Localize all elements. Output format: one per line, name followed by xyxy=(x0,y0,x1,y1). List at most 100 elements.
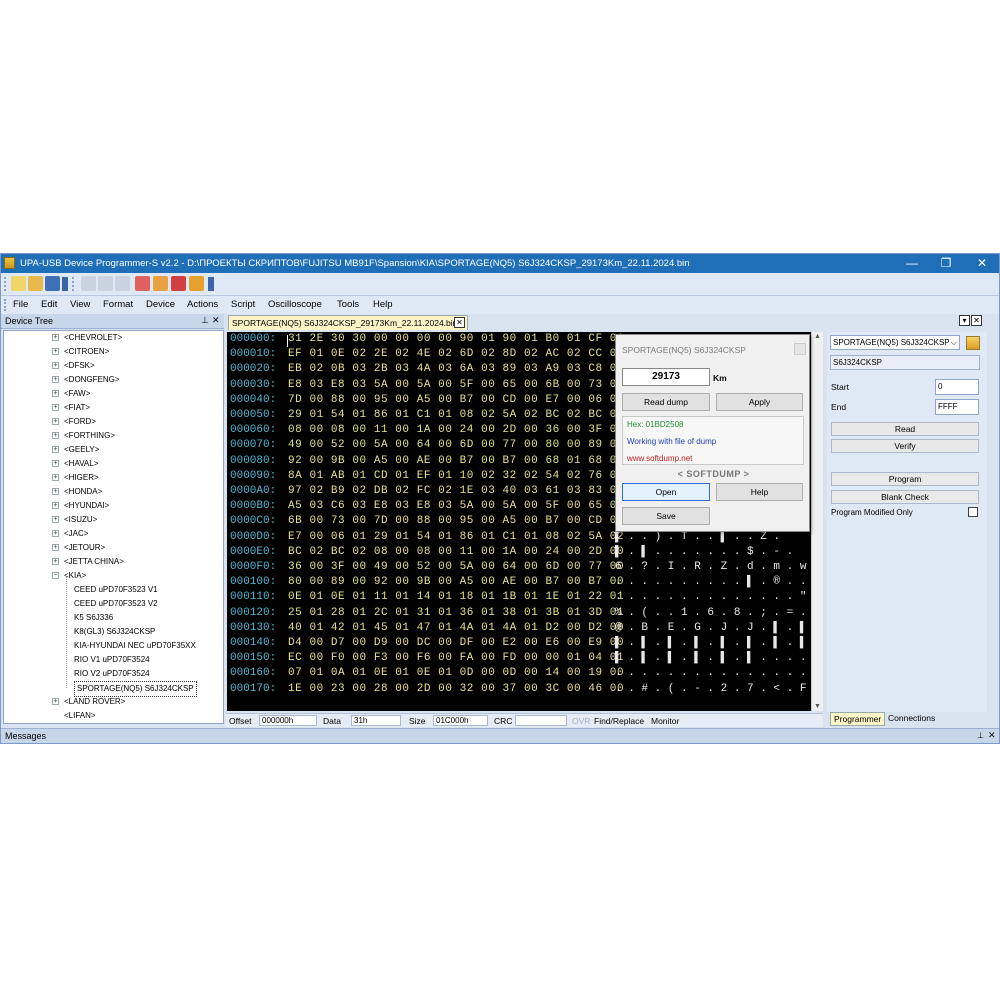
hex-bytes[interactable]: 49 00 52 00 5A 00 64 00 6D 00 77 00 80 0… xyxy=(288,439,624,451)
tab-connections[interactable]: Connections xyxy=(885,712,938,726)
expand-icon[interactable]: + xyxy=(52,488,59,495)
expand-icon[interactable]: + xyxy=(52,516,59,523)
monitor-button[interactable]: Monitor xyxy=(651,716,679,726)
hex-bytes[interactable]: 40 01 42 01 45 01 47 01 4A 01 4A 01 D2 0… xyxy=(288,622,624,634)
find-replace-button[interactable]: Find/Replace xyxy=(594,716,644,726)
hex-bytes[interactable]: EC 00 F0 00 F3 00 F6 00 FA 00 FD 00 00 0… xyxy=(288,652,624,664)
read-dump-button[interactable]: Read dump xyxy=(622,393,710,411)
hex-bytes[interactable]: 8A 01 AB 01 CD 01 EF 01 10 02 32 02 54 0… xyxy=(288,470,624,482)
dialog-close-icon[interactable] xyxy=(794,343,806,355)
expand-icon[interactable]: + xyxy=(52,446,59,453)
modified-only-checkbox[interactable] xyxy=(968,507,978,517)
hex-bytes[interactable]: 7D 00 88 00 95 00 A5 00 B7 00 CD 00 E7 0… xyxy=(288,394,624,406)
km-input[interactable]: 29173 xyxy=(622,368,710,386)
menu-help[interactable]: Help xyxy=(373,299,393,310)
hex-bytes[interactable]: 31 2E 30 30 00 00 00 00 90 01 90 01 B0 0… xyxy=(288,333,624,345)
hex-bytes[interactable]: 08 00 08 00 11 00 1A 00 24 00 2D 00 36 0… xyxy=(288,424,624,436)
save-button[interactable]: Save xyxy=(622,507,710,525)
expand-icon[interactable]: + xyxy=(52,474,59,481)
website-link[interactable]: www.softdump.net xyxy=(627,454,692,463)
hex-row[interactable]: 0000D0: E7 00 06 01 29 01 54 01 86 01 C1 … xyxy=(227,531,823,545)
hex-bytes[interactable]: EF 01 0E 02 2E 02 4E 02 6D 02 8D 02 AC 0… xyxy=(288,348,624,360)
hex-bytes[interactable]: A5 03 C6 03 E8 03 E8 03 5A 00 5A 00 5F 0… xyxy=(288,500,624,512)
start-input[interactable]: 0 xyxy=(935,379,979,395)
device-select[interactable]: SPORTAGE(NQ5) S6J324CKSP ⌵ xyxy=(830,335,960,350)
open-button[interactable]: Open xyxy=(622,483,710,501)
menu-script[interactable]: Script xyxy=(231,299,255,310)
edit-icon[interactable] xyxy=(135,276,150,291)
tab-close-icon[interactable]: ✕ xyxy=(454,317,465,328)
pin-icon[interactable]: ⊥ xyxy=(977,731,984,740)
hex-row[interactable]: 000110: 0E 01 0E 01 11 01 14 01 18 01 1B … xyxy=(227,591,823,605)
tab-programmer[interactable]: Programmer xyxy=(830,712,886,726)
end-input[interactable]: FFFF xyxy=(935,399,979,415)
expand-icon[interactable]: + xyxy=(52,544,59,551)
expand-icon[interactable]: + xyxy=(52,530,59,537)
hex-scrollbar[interactable]: ▲ ▼ xyxy=(811,332,823,711)
menu-oscilloscope[interactable]: Oscilloscope xyxy=(268,299,322,310)
hex-bytes[interactable]: 0E 01 0E 01 11 01 14 01 18 01 1B 01 1E 0… xyxy=(288,591,624,603)
expand-icon[interactable]: + xyxy=(52,362,59,369)
menu-file[interactable]: File xyxy=(13,299,28,310)
menu-tools[interactable]: Tools xyxy=(337,299,359,310)
hex-bytes[interactable]: BC 02 BC 02 08 00 08 00 11 00 1A 00 24 0… xyxy=(288,546,624,558)
save-disk-icon[interactable] xyxy=(45,276,60,291)
hex-bytes[interactable]: 29 01 54 01 86 01 C1 01 08 02 5A 02 BC 0… xyxy=(288,409,624,421)
toolbar-dropdown-icon[interactable] xyxy=(208,277,214,291)
expand-icon[interactable]: + xyxy=(52,502,59,509)
expand-icon[interactable]: + xyxy=(52,418,59,425)
paste-icon[interactable] xyxy=(115,276,130,291)
hex-row[interactable]: 0000F0: 36 00 3F 00 49 00 52 00 5A 00 64 … xyxy=(227,561,823,575)
hex-bytes[interactable]: 36 00 3F 00 49 00 52 00 5A 00 64 00 6D 0… xyxy=(288,561,624,573)
hex-bytes[interactable]: 1E 00 23 00 28 00 2D 00 32 00 37 00 3C 0… xyxy=(288,683,624,695)
hex-bytes[interactable]: EB 02 0B 03 2B 03 4A 03 6A 03 89 03 A9 0… xyxy=(288,363,624,375)
expand-icon[interactable]: + xyxy=(52,376,59,383)
settings-gear-icon[interactable] xyxy=(171,276,186,291)
menu-actions[interactable]: Actions xyxy=(187,299,218,310)
expand-icon[interactable]: + xyxy=(52,334,59,341)
close-button[interactable]: ✕ xyxy=(965,254,999,273)
minimize-button[interactable]: — xyxy=(895,254,929,273)
hex-bytes[interactable]: 07 01 0A 01 0E 01 0E 01 0D 00 0D 00 14 0… xyxy=(288,667,624,679)
hex-bytes[interactable]: 80 00 89 00 92 00 9B 00 A5 00 AE 00 B7 0… xyxy=(288,576,624,588)
hex-row[interactable]: 000150: EC 00 F0 00 F3 00 F6 00 FA 00 FD … xyxy=(227,652,823,666)
help-button[interactable]: Help xyxy=(716,483,803,501)
hex-row[interactable]: 000100: 80 00 89 00 92 00 9B 00 A5 00 AE … xyxy=(227,576,823,590)
expand-icon[interactable]: + xyxy=(52,348,59,355)
verify-button[interactable]: Verify xyxy=(831,439,979,453)
hex-row[interactable]: 000140: D4 00 D7 00 D9 00 DC 00 DF 00 E2 … xyxy=(227,637,823,651)
expand-icon[interactable]: + xyxy=(52,404,59,411)
hex-row[interactable]: 000170: 1E 00 23 00 28 00 2D 00 32 00 37 … xyxy=(227,683,823,697)
maximize-button[interactable]: ❐ xyxy=(929,254,963,273)
hex-bytes[interactable]: E7 00 06 01 29 01 54 01 86 01 C1 01 08 0… xyxy=(288,531,624,543)
chip-icon[interactable] xyxy=(153,276,168,291)
hex-bytes[interactable]: 6B 00 73 00 7D 00 88 00 95 00 A5 00 B7 0… xyxy=(288,515,624,527)
pin-icon[interactable]: ⊥ xyxy=(201,315,209,326)
hex-row[interactable]: 000120: 25 01 28 01 2C 01 31 01 36 01 38 … xyxy=(227,607,823,621)
close-icon[interactable]: ✕ xyxy=(988,730,996,741)
window-list-icon[interactable]: ▾ xyxy=(959,315,970,326)
toolbar-dropdown-icon[interactable] xyxy=(62,277,68,291)
hex-bytes[interactable]: E8 03 E8 03 5A 00 5A 00 5F 00 65 00 6B 0… xyxy=(288,379,624,391)
scroll-down-icon[interactable]: ▼ xyxy=(814,703,821,710)
expand-icon[interactable]: + xyxy=(52,698,59,705)
hex-row[interactable]: 000160: 07 01 0A 01 0E 01 0E 01 0D 00 0D … xyxy=(227,667,823,681)
open-device-icon[interactable] xyxy=(966,336,980,350)
open-folder-icon[interactable] xyxy=(28,276,43,291)
expand-icon[interactable]: + xyxy=(52,432,59,439)
menu-view[interactable]: View xyxy=(70,299,90,310)
scroll-up-icon[interactable]: ▲ xyxy=(814,333,821,340)
menu-device[interactable]: Device xyxy=(146,299,175,310)
hex-bytes[interactable]: 25 01 28 01 2C 01 31 01 36 01 38 01 3B 0… xyxy=(288,607,624,619)
collapse-icon[interactable]: − xyxy=(52,572,59,579)
expand-icon[interactable]: + xyxy=(52,460,59,467)
document-close-icon[interactable]: ✕ xyxy=(971,315,982,326)
tab-sportage-bin[interactable]: SPORTAGE(NQ5) S6J324CKSP_29173Km_22.11.2… xyxy=(228,315,468,330)
read-button[interactable]: Read xyxy=(831,422,979,436)
copy-icon[interactable] xyxy=(98,276,113,291)
program-button[interactable]: Program xyxy=(831,472,979,486)
script-icon[interactable] xyxy=(189,276,204,291)
hex-row[interactable]: 0000E0: BC 02 BC 02 08 00 08 00 11 00 1A … xyxy=(227,546,823,560)
menu-edit[interactable]: Edit xyxy=(41,299,57,310)
menu-format[interactable]: Format xyxy=(103,299,133,310)
